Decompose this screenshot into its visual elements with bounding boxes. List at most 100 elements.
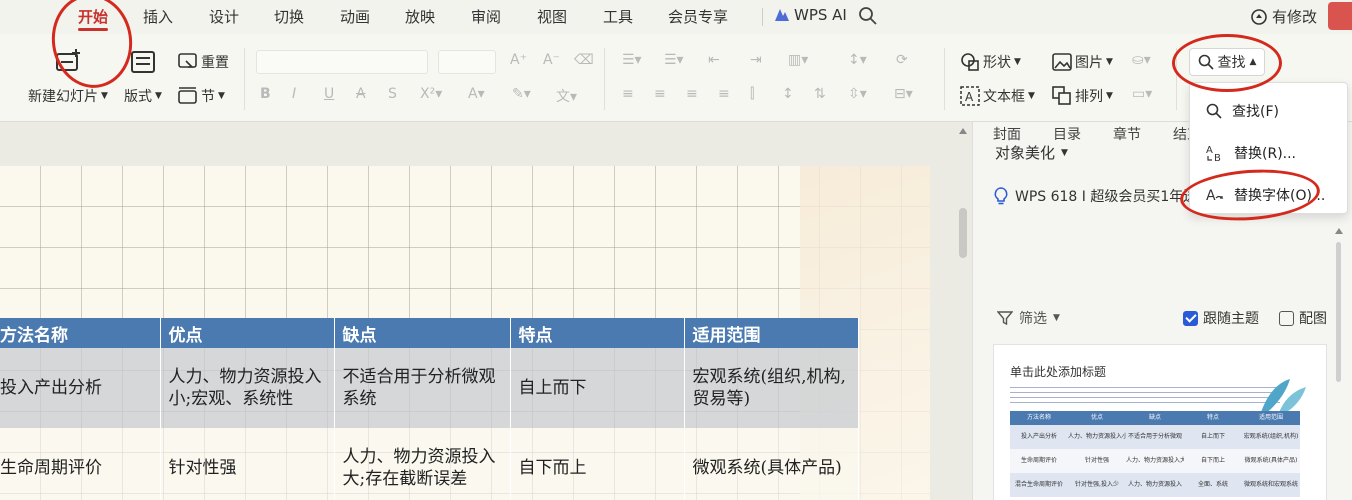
underline-icon[interactable]: U: [324, 86, 334, 102]
smart-art-icon[interactable]: ⊟▾: [894, 86, 913, 102]
template-thumbnail[interactable]: 单击此处添加标题 方法名称 优点 缺点 特点 适用范围 投入产出分析 人力、物力…: [993, 344, 1327, 500]
bold-icon[interactable]: B: [260, 86, 271, 102]
search-icon[interactable]: [858, 6, 878, 30]
menu-item-replace[interactable]: AB 替换(R)...: [1206, 143, 1296, 163]
scroll-up-icon[interactable]: [959, 128, 967, 134]
leaf-decoration-icon: [1260, 379, 1306, 415]
tab-home[interactable]: 开始: [78, 6, 108, 27]
align-center-icon[interactable]: ≡: [654, 86, 666, 102]
tab-cover[interactable]: 封面: [993, 124, 1021, 144]
tab-design[interactable]: 设计: [209, 6, 239, 27]
layout-button[interactable]: 版式 ▼: [124, 86, 162, 106]
font-family-select[interactable]: [256, 50, 428, 74]
font-size-select[interactable]: [438, 50, 496, 74]
highlight-icon[interactable]: ✎▾: [512, 86, 531, 102]
shape-button[interactable]: 形状 ▼: [960, 52, 1021, 72]
phonetic-icon[interactable]: 文▾: [556, 86, 577, 106]
table-header-cell[interactable]: 优点: [160, 318, 335, 348]
promo-banner[interactable]: WPS 618 I 超级会员买1年送: [993, 186, 1197, 206]
layout-icon[interactable]: [130, 50, 156, 74]
table-row: 生命周期评价 针对性强 人力、物力资源投入大;存在截断误差 自下而上 微观系统(…: [0, 428, 859, 500]
find-label: 查找: [1217, 55, 1246, 71]
picture-button[interactable]: 图片 ▼: [1052, 52, 1113, 72]
outdent-icon[interactable]: ⇤: [708, 52, 720, 68]
new-slide-icon[interactable]: [54, 48, 82, 74]
table-cell[interactable]: 宏观系统(组织,机构,贸易等): [684, 348, 859, 428]
increase-font-icon[interactable]: A⁺: [510, 52, 527, 68]
scroll-thumb[interactable]: [1336, 242, 1341, 382]
shadow-text-icon[interactable]: S: [388, 86, 397, 102]
pane-scrollbar[interactable]: [1334, 222, 1344, 382]
new-slide-button[interactable]: 新建幻灯片 ▼: [28, 86, 108, 106]
italic-icon[interactable]: I: [292, 86, 296, 102]
tab-slideshow[interactable]: 放映: [405, 6, 435, 27]
indent-icon[interactable]: ⇥: [750, 52, 762, 68]
vertical-align-icon[interactable]: ⇳▾: [848, 86, 867, 102]
bullet-list-icon[interactable]: ☰▾: [622, 52, 642, 68]
outline-icon[interactable]: ▭▾: [1132, 86, 1152, 102]
tab-insert[interactable]: 插入: [143, 6, 173, 27]
cloud-sync-icon: [1251, 8, 1267, 25]
slide-scrollbar[interactable]: [956, 122, 970, 500]
distribute-icon[interactable]: ⫿: [750, 86, 754, 102]
filter-button[interactable]: 筛选 ▼: [997, 308, 1060, 328]
table-cell[interactable]: 自上而下: [510, 348, 685, 428]
table-cell[interactable]: 人力、物力资源投入小;宏观、系统性: [160, 348, 335, 428]
has-changes-button[interactable]: 有修改: [1250, 6, 1317, 27]
arrange-button[interactable]: 排列 ▼: [1052, 86, 1113, 106]
tab-chapter[interactable]: 章节: [1113, 124, 1141, 144]
table-header-cell[interactable]: 方法名称: [0, 318, 161, 348]
superscript-icon[interactable]: X²▾: [420, 86, 442, 102]
strikethrough-icon[interactable]: A: [356, 86, 366, 102]
chevron-down-icon: ▼: [101, 91, 108, 101]
wps-ai-button[interactable]: WPS AI: [774, 6, 847, 24]
columns-icon[interactable]: ▥▾: [788, 52, 808, 68]
table-cell[interactable]: 自下而上: [510, 428, 685, 500]
tab-tools[interactable]: 工具: [603, 6, 633, 27]
table-cell[interactable]: 人力、物力资源投入大;存在截断误差: [334, 428, 511, 500]
menu-item-find[interactable]: 查找(F): [1206, 101, 1279, 121]
thumb-cell: 人力、物力资源投入小: [1068, 433, 1126, 440]
clear-format-icon[interactable]: ⌫: [574, 52, 594, 68]
text-direction-icon[interactable]: ⇅: [814, 86, 826, 102]
table-cell[interactable]: 投入产出分析: [0, 348, 161, 428]
scroll-up-icon[interactable]: [1335, 228, 1343, 234]
slide-table[interactable]: 方法名称 优点 缺点 特点 适用范围 投入产出分析 人力、物力资源投入小;宏观、…: [0, 318, 859, 500]
line-spacing-icon[interactable]: ↕: [782, 86, 794, 102]
align-left-icon[interactable]: ≡: [622, 86, 634, 102]
align-right-icon[interactable]: ≡: [686, 86, 698, 102]
sort-icon[interactable]: ↕▾: [848, 52, 867, 68]
numbered-list-icon[interactable]: ☰▾: [664, 52, 684, 68]
share-button[interactable]: [1328, 2, 1352, 30]
table-cell[interactable]: 微观系统(具体产品): [684, 428, 859, 500]
tab-toc[interactable]: 目录: [1053, 124, 1081, 144]
tab-member[interactable]: 会员专享: [668, 6, 728, 27]
svg-text:A: A: [1206, 188, 1216, 204]
tab-view[interactable]: 视图: [537, 6, 567, 27]
table-header-cell[interactable]: 缺点: [334, 318, 511, 348]
table-cell[interactable]: 不适合用于分析微观系统: [334, 348, 511, 428]
pane-title[interactable]: 对象美化 ▼: [995, 142, 1068, 163]
convert-icon[interactable]: ⟳: [896, 52, 908, 68]
find-button[interactable]: 查找 ▲: [1189, 48, 1265, 76]
justify-icon[interactable]: ≡: [718, 86, 730, 102]
table-cell[interactable]: 生命周期评价: [0, 428, 161, 500]
match-image-checkbox[interactable]: 配图: [1279, 308, 1327, 328]
textbox-button[interactable]: A 文本框 ▼: [960, 86, 1035, 106]
follow-theme-checkbox[interactable]: 跟随主题: [1183, 308, 1259, 328]
decrease-font-icon[interactable]: A⁻: [543, 52, 560, 68]
tab-transition[interactable]: 切换: [274, 6, 304, 27]
menu-item-replace-font[interactable]: A 替换字体(O)...: [1206, 185, 1325, 205]
thumb-cell: 自下而上: [1200, 457, 1225, 464]
tab-review[interactable]: 审阅: [471, 6, 501, 27]
fill-icon[interactable]: ⛀▾: [1132, 52, 1151, 68]
scroll-thumb[interactable]: [959, 208, 967, 258]
reset-icon: [178, 53, 197, 68]
table-cell[interactable]: 针对性强: [160, 428, 335, 500]
tab-animation[interactable]: 动画: [340, 6, 370, 27]
font-color-icon[interactable]: A▾: [468, 86, 485, 102]
table-header-cell[interactable]: 适用范围: [684, 318, 859, 348]
section-button[interactable]: 节 ▼: [178, 86, 225, 106]
reset-button[interactable]: 重置: [178, 52, 229, 72]
table-header-cell[interactable]: 特点: [510, 318, 685, 348]
